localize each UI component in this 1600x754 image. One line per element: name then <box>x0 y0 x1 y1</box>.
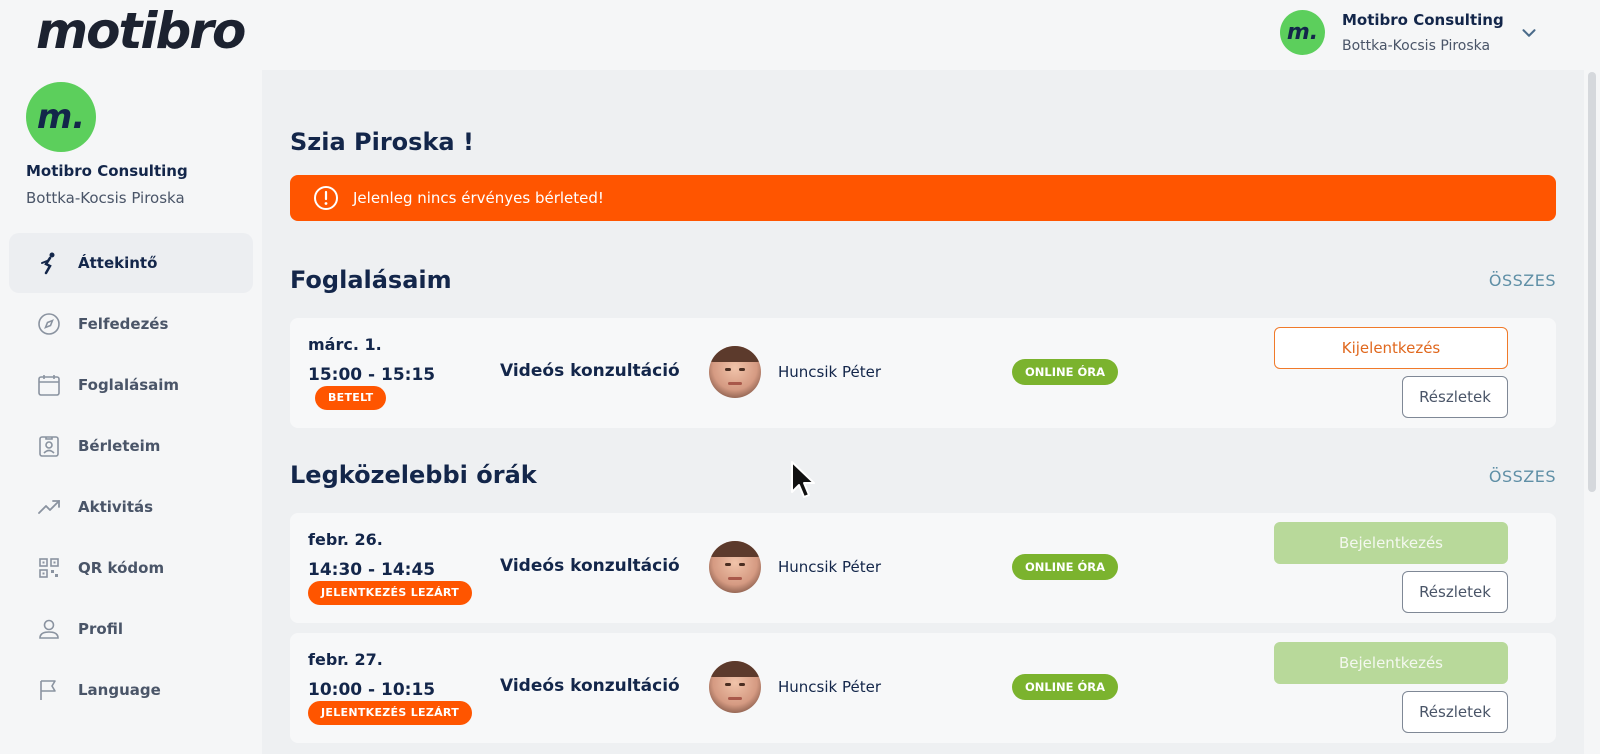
class-date: febr. 27. <box>308 650 383 669</box>
class-title: Videós konzultáció <box>500 676 680 696</box>
booking-card: márc. 1. 15:00 - 15:15 BETELT Videós kon… <box>290 318 1556 428</box>
runner-icon <box>37 251 61 275</box>
flag-icon <box>37 678 61 702</box>
alert-text: Jelenleg nincs érvényes bérleted! <box>353 189 604 207</box>
sidebar-company-name: Motibro Consulting <box>26 162 188 180</box>
class-title: Videós konzultáció <box>500 361 680 381</box>
status-badge: JELENTKEZÉS LEZÁRT <box>308 581 473 605</box>
sign-up-button[interactable]: Bejelentkezés <box>1274 642 1508 684</box>
status-badge: JELENTKEZÉS LEZÁRT <box>308 701 473 725</box>
user-name: Bottka-Kocsis Piroska <box>1342 38 1491 54</box>
company-avatar: m. <box>1280 10 1325 55</box>
main-content: Szia Piroska ! Jelenleg nincs érvényes b… <box>262 70 1584 754</box>
coach-avatar <box>709 346 761 398</box>
sidebar-item-label: Aktivitás <box>78 498 154 516</box>
sidebar-item-aktivitas[interactable]: Aktivitás <box>9 477 253 537</box>
class-time: 14:30 - 14:45 <box>308 560 436 580</box>
id-badge-icon <box>37 434 61 458</box>
sidebar-item-qr-kodom[interactable]: QR kódom <box>9 538 253 598</box>
no-pass-alert: Jelenleg nincs érvényes bérleted! <box>290 175 1556 221</box>
sidebar-company-avatar: m. <box>26 82 96 152</box>
user-icon <box>37 617 61 641</box>
details-button[interactable]: Részletek <box>1402 571 1508 613</box>
coach-name: Huncsik Péter <box>778 363 881 381</box>
class-date: febr. 26. <box>308 530 383 549</box>
online-class-badge: ONLINE ÓRA <box>1012 554 1119 580</box>
user-menu[interactable]: m. Motibro Consulting Bottka-Kocsis Piro… <box>1280 10 1504 55</box>
bookings-title: Foglalásaim <box>290 266 452 294</box>
company-name: Motibro Consulting <box>1342 11 1504 29</box>
sidebar-item-label: Profil <box>78 620 123 638</box>
class-title: Videós konzultáció <box>500 556 680 576</box>
sidebar-nav: Áttekintő Felfedezés Foglalásaim Bérlete… <box>9 233 253 721</box>
calendar-icon <box>37 373 61 397</box>
details-button[interactable]: Részletek <box>1402 691 1508 733</box>
motibro-logo[interactable]: motibro <box>36 2 246 60</box>
sidebar-item-label: Áttekintő <box>78 254 158 272</box>
sidebar-item-label: QR kódom <box>78 559 165 577</box>
coach-avatar <box>709 661 761 713</box>
class-card: febr. 27. 10:00 - 10:15 JELENTKEZÉS LEZÁ… <box>290 633 1556 743</box>
sidebar-item-language[interactable]: Language <box>9 660 253 720</box>
sidebar: m. Motibro Consulting Bottka-Kocsis Piro… <box>0 70 262 754</box>
sidebar-item-label: Bérleteim <box>78 437 161 455</box>
sign-up-button[interactable]: Bejelentkezés <box>1274 522 1508 564</box>
sidebar-item-label: Language <box>78 681 161 699</box>
sidebar-user-name: Bottka-Kocsis Piroska <box>26 189 185 207</box>
upcoming-title: Legközelebbi órák <box>290 461 537 489</box>
qr-code-icon <box>37 556 61 580</box>
class-date: márc. 1. <box>308 335 382 354</box>
sidebar-item-felfedezes[interactable]: Felfedezés <box>9 294 253 354</box>
coach-name: Huncsik Péter <box>778 678 881 696</box>
class-time: 10:00 - 10:15 <box>308 680 436 700</box>
class-time: 15:00 - 15:15 <box>308 365 436 385</box>
trend-icon <box>37 495 61 519</box>
class-card: febr. 26. 14:30 - 14:45 JELENTKEZÉS LEZÁ… <box>290 513 1556 623</box>
chevron-down-icon[interactable] <box>1518 22 1540 44</box>
scrollbar[interactable] <box>1584 70 1600 754</box>
coach-avatar <box>709 541 761 593</box>
sidebar-item-label: Felfedezés <box>78 315 169 333</box>
sidebar-item-label: Foglalásaim <box>78 376 180 394</box>
upcoming-see-all-link[interactable]: ÖSSZES <box>1489 467 1556 486</box>
sign-out-button[interactable]: Kijelentkezés <box>1274 327 1508 369</box>
warning-circle-icon <box>314 186 338 210</box>
mouse-cursor-icon <box>791 461 815 498</box>
online-class-badge: ONLINE ÓRA <box>1012 359 1119 385</box>
bookings-see-all-link[interactable]: ÖSSZES <box>1489 271 1556 290</box>
online-class-badge: ONLINE ÓRA <box>1012 674 1119 700</box>
top-bar: motibro m. Motibro Consulting Bottka-Koc… <box>0 0 1600 70</box>
scrollbar-thumb[interactable] <box>1588 72 1596 492</box>
coach-name: Huncsik Péter <box>778 558 881 576</box>
sidebar-item-foglalasaim[interactable]: Foglalásaim <box>9 355 253 415</box>
sidebar-item-attekinto[interactable]: Áttekintő <box>9 233 253 293</box>
sidebar-item-profil[interactable]: Profil <box>9 599 253 659</box>
page-title: Szia Piroska ! <box>290 128 474 156</box>
details-button[interactable]: Részletek <box>1402 376 1508 418</box>
compass-icon <box>37 312 61 336</box>
sidebar-item-berleteim[interactable]: Bérleteim <box>9 416 253 476</box>
status-badge: BETELT <box>315 386 387 410</box>
